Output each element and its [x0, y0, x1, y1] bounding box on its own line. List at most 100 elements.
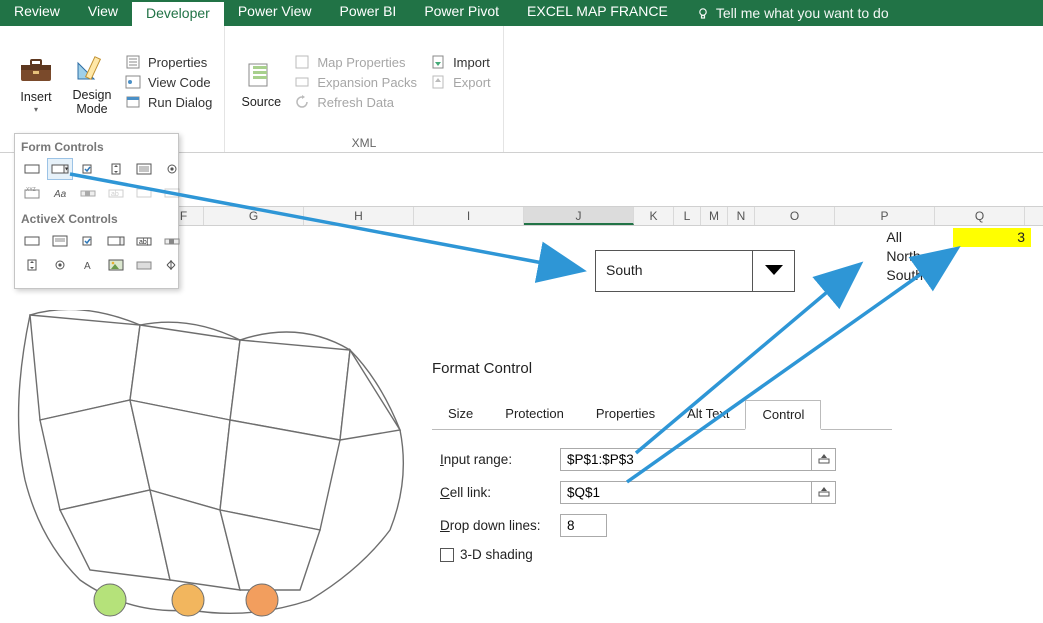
tab-review[interactable]: Review	[0, 0, 74, 26]
rundialog-button[interactable]: Run Dialog	[120, 92, 216, 112]
tab-powerpivot[interactable]: Power Pivot	[410, 0, 513, 26]
formcontrol-label-icon[interactable]: Aa	[47, 182, 73, 204]
format-control-dialog: Format Control Size Protection Propertie…	[432, 360, 892, 568]
activex-spin-icon[interactable]	[19, 254, 45, 276]
activex-button-icon[interactable]	[19, 230, 45, 252]
sheet-combobox[interactable]: South	[595, 250, 795, 292]
export-icon	[429, 74, 447, 90]
formcontrol-combo3-icon[interactable]	[159, 182, 185, 204]
refedit-icon	[817, 451, 831, 468]
col-j[interactable]: J	[524, 207, 634, 225]
source-button[interactable]: Source	[233, 30, 289, 134]
col-p-values: All North South	[886, 228, 923, 285]
viewcode-button[interactable]: View Code	[120, 72, 216, 92]
formcontrol-spin-icon[interactable]	[103, 158, 129, 180]
col-g[interactable]: G	[204, 207, 304, 225]
insert-controls-popup: Form Controls XYZ Aa ab ActiveX Controls…	[14, 133, 179, 289]
mapproperties-button[interactable]: Map Properties	[289, 52, 421, 72]
formcontrol-combo2-icon[interactable]	[131, 182, 157, 204]
col-h[interactable]: H	[304, 207, 414, 225]
tab-developer[interactable]: Developer	[132, 0, 224, 26]
column-headers: F G H I J K L M N O P Q	[164, 206, 1043, 226]
dropdownlines-label: Drop down lines:	[440, 518, 560, 533]
formcontrol-groupbox-icon[interactable]: XYZ	[19, 182, 45, 204]
formcontrol-combobox-icon[interactable]	[47, 158, 73, 180]
tab-control[interactable]: Control	[745, 400, 821, 430]
ribbon-tabbar: Review View Developer Power View Power B…	[0, 0, 1043, 26]
col-k[interactable]: K	[634, 207, 674, 225]
activex-check-icon[interactable]	[75, 230, 101, 252]
tab-view[interactable]: View	[74, 0, 132, 26]
dropdownlines-field[interactable]	[561, 515, 606, 536]
formcontrol-option-icon[interactable]	[159, 158, 185, 180]
activex-listbox-icon[interactable]	[47, 230, 73, 252]
map-france	[0, 310, 430, 623]
tab-powerview[interactable]: Power View	[224, 0, 326, 26]
formcontrol-listbox-icon[interactable]	[131, 158, 157, 180]
cell-p3[interactable]: South	[886, 266, 923, 285]
formcontrol-textfield-icon[interactable]: ab	[103, 182, 129, 204]
refreshdata-button[interactable]: Refresh Data	[289, 92, 421, 112]
celllink-label: Cell link:	[440, 485, 560, 500]
col-l[interactable]: L	[674, 207, 701, 225]
insert-label: Insert	[20, 90, 51, 104]
formcontrol-checkbox-icon[interactable]	[75, 158, 101, 180]
activex-scroll-icon[interactable]	[159, 230, 185, 252]
dialog-title: Format Control	[432, 360, 892, 399]
celllink-refedit-button[interactable]	[811, 482, 835, 503]
tab-protection[interactable]: Protection	[489, 400, 580, 430]
properties-label: Properties	[148, 55, 207, 70]
col-n[interactable]: N	[728, 207, 755, 225]
cell-q1[interactable]: 3	[953, 228, 1031, 247]
export-label: Export	[453, 75, 491, 90]
tab-powerbi[interactable]: Power BI	[326, 0, 411, 26]
tellme-search[interactable]: Tell me what you want to do	[682, 0, 889, 26]
rundialog-icon	[124, 94, 142, 110]
3dshading-label: 3-D shading	[460, 547, 533, 562]
inputrange-label: Input range:	[440, 452, 560, 467]
combobox-value: South	[596, 251, 752, 291]
col-m[interactable]: M	[701, 207, 728, 225]
export-button[interactable]: Export	[425, 72, 495, 92]
activex-combo-icon[interactable]	[103, 230, 129, 252]
xml-group-title: XML	[225, 136, 502, 150]
expansionpacks-button[interactable]: Expansion Packs	[289, 72, 421, 92]
xml-source-icon	[243, 55, 279, 95]
tab-excelmapfrance[interactable]: EXCEL MAP FRANCE	[513, 0, 682, 26]
activex-text-icon[interactable]: ab|	[131, 230, 157, 252]
inputrange-refedit-button[interactable]	[811, 449, 835, 470]
tab-alttext[interactable]: Alt Text	[671, 400, 745, 430]
designmode-label: Design Mode	[73, 88, 112, 117]
col-p[interactable]: P	[835, 207, 935, 225]
activex-option-icon[interactable]	[47, 254, 73, 276]
dialog-tabs: Size Protection Properties Alt Text Cont…	[432, 399, 892, 430]
svg-text:Aa: Aa	[53, 189, 67, 200]
import-button[interactable]: Import	[425, 52, 495, 72]
tab-size[interactable]: Size	[432, 400, 489, 430]
viewcode-label: View Code	[148, 75, 211, 90]
activex-label-icon[interactable]: A	[75, 254, 101, 276]
insert-button[interactable]: Insert ▾	[8, 30, 64, 134]
properties-button[interactable]: Properties	[120, 52, 216, 72]
cell-p2[interactable]: North	[886, 247, 923, 266]
activex-more-icon[interactable]	[159, 254, 185, 276]
import-label: Import	[453, 55, 490, 70]
designmode-button[interactable]: Design Mode	[64, 30, 120, 134]
cell-p1[interactable]: All	[886, 228, 923, 247]
svg-text:ab|: ab|	[139, 239, 149, 246]
activex-toggle-icon[interactable]	[131, 254, 157, 276]
col-q[interactable]: Q	[935, 207, 1025, 225]
celllink-field[interactable]	[561, 482, 811, 503]
rundialog-label: Run Dialog	[148, 95, 212, 110]
col-o[interactable]: O	[755, 207, 835, 225]
col-i[interactable]: I	[414, 207, 524, 225]
3dshading-checkbox[interactable]	[440, 548, 454, 562]
inputrange-field[interactable]	[561, 449, 811, 470]
activex-image-icon[interactable]	[103, 254, 129, 276]
combobox-dropdown-button[interactable]	[752, 251, 794, 291]
mapproperties-icon	[293, 54, 311, 70]
formcontrol-scroll-icon[interactable]	[75, 182, 101, 204]
tab-properties[interactable]: Properties	[580, 400, 671, 430]
formcontrol-button-icon[interactable]	[19, 158, 45, 180]
properties-icon	[124, 54, 142, 70]
